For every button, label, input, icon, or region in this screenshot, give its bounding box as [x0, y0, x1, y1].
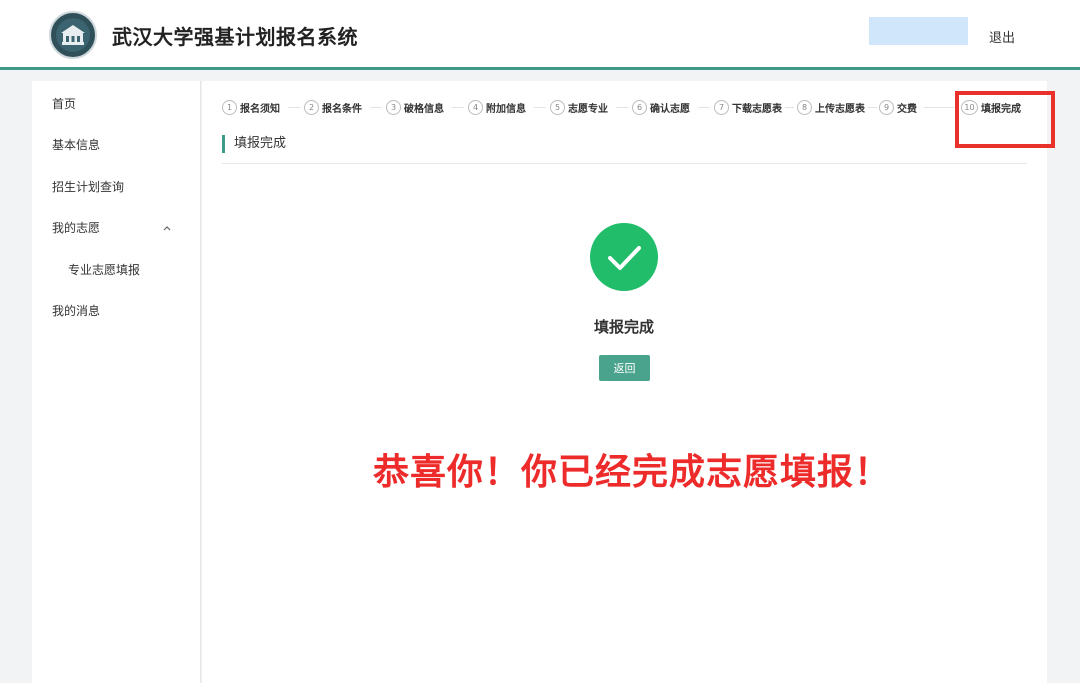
sidebar-item-my-applications[interactable]: 我的志愿 [52, 219, 100, 236]
step-connector [370, 107, 382, 108]
step-number: 4 [468, 99, 483, 115]
back-button[interactable]: 返回 [599, 355, 650, 381]
step-connector [452, 107, 464, 108]
step-label: 破格信息 [404, 103, 444, 115]
sidebar-item-my-messages[interactable]: 我的消息 [52, 302, 100, 319]
main-content: 1 报名须知 2 报名条件 3 破格信息 4 附加信息 5 志愿专业 6 确认志… [202, 81, 1055, 683]
step-connector [785, 107, 794, 108]
progress-steps: 1 报名须知 2 报名条件 3 破格信息 4 附加信息 5 志愿专业 6 确认志… [222, 91, 1055, 148]
sidebar-item-home[interactable]: 首页 [52, 95, 76, 112]
step-connector [924, 107, 954, 108]
step-number: 7 [714, 99, 729, 115]
step-label: 报名须知 [240, 103, 280, 115]
step-label: 交费 [897, 103, 917, 115]
step-number: 9 [879, 99, 894, 115]
chevron-up-icon[interactable] [162, 223, 172, 233]
step-1[interactable]: 1 报名须知 [222, 99, 280, 115]
step-label: 报名条件 [322, 103, 362, 115]
success-check-icon [590, 223, 658, 291]
section-divider [222, 163, 1027, 164]
step-8[interactable]: 8 上传志愿表 [797, 99, 865, 115]
step-number: 5 [550, 99, 565, 115]
step-number: 6 [632, 99, 647, 115]
sidebar-item-enrollment-plan[interactable]: 招生计划查询 [52, 178, 124, 195]
user-name-box [869, 17, 968, 45]
step-number: 1 [222, 99, 237, 115]
logout-link[interactable]: 退出 [989, 27, 1015, 46]
step-number: 8 [797, 99, 812, 115]
sidebar: 首页 基本信息 招生计划查询 我的志愿 专业志愿填报 我的消息 [32, 81, 201, 683]
step-7[interactable]: 7 下载志愿表 [714, 99, 782, 115]
congratulations-annotation: 恭喜你！你已经完成志愿填报！ [372, 452, 891, 493]
step-connector [616, 107, 628, 108]
step-connector [534, 107, 546, 108]
step-label: 志愿专业 [568, 103, 608, 115]
step-connector [868, 107, 877, 108]
step-label: 确认志愿 [650, 103, 690, 115]
step-number: 3 [386, 99, 401, 115]
sidebar-item-basic-info[interactable]: 基本信息 [52, 136, 100, 153]
university-logo [49, 11, 97, 59]
step-2[interactable]: 2 报名条件 [304, 99, 362, 115]
step-label: 附加信息 [486, 103, 526, 115]
section-title: 填报完成 [222, 135, 286, 153]
step-9[interactable]: 9 交费 [879, 99, 917, 115]
completion-message: 填报完成 [593, 318, 654, 336]
step-number: 2 [304, 99, 319, 115]
sidebar-item-major-application[interactable]: 专业志愿填报 [68, 261, 140, 278]
annotation-highlight-box [955, 91, 1055, 148]
site-title: 武汉大学强基计划报名系统 [112, 25, 358, 49]
step-label: 下载志愿表 [732, 103, 782, 115]
step-4[interactable]: 4 附加信息 [468, 99, 526, 115]
step-connector [288, 107, 300, 108]
app-header: 武汉大学强基计划报名系统 退出 [0, 0, 1080, 70]
step-label: 上传志愿表 [815, 103, 865, 115]
step-6[interactable]: 6 确认志愿 [632, 99, 690, 115]
step-5[interactable]: 5 志愿专业 [550, 99, 608, 115]
step-connector [698, 107, 710, 108]
step-3[interactable]: 3 破格信息 [386, 99, 444, 115]
